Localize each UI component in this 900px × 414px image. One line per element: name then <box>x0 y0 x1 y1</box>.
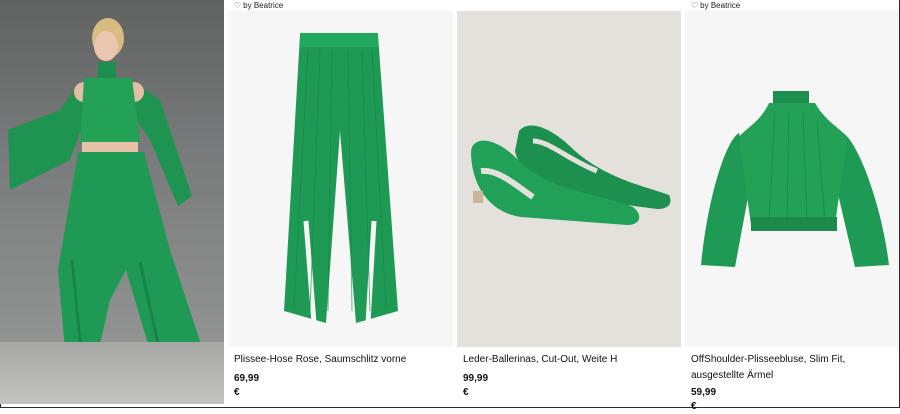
product-price: 99,99 € <box>463 373 489 398</box>
designer-tag-label: by Beatrice <box>243 1 284 10</box>
hero-floor <box>0 342 224 404</box>
designer-tag[interactable]: ♡ by Beatrice <box>234 0 283 11</box>
product-price: 59,99 € <box>691 387 717 412</box>
blouse-image <box>701 91 889 267</box>
ballerina-shoes-image <box>471 125 671 225</box>
product-image-blouse[interactable] <box>685 11 898 347</box>
heart-icon[interactable]: ♡ <box>691 0 698 11</box>
product-price: 69,99 € <box>234 373 260 398</box>
product-image-ballerinas[interactable] <box>457 11 681 347</box>
trousers-image <box>284 33 398 324</box>
hero-model-image[interactable] <box>0 0 224 404</box>
designer-tag-label: by Beatrice <box>700 1 741 10</box>
heart-icon[interactable]: ♡ <box>234 0 241 11</box>
product-name[interactable]: OffShoulder-Plisseebluse, Slim Fit, ausg… <box>691 352 900 384</box>
product-name[interactable]: Leder-Ballerinas, Cut-Out, Weite H <box>463 352 673 368</box>
designer-tag[interactable]: ♡ by Beatrice <box>691 0 740 11</box>
product-image-trousers[interactable] <box>228 11 453 347</box>
product-name[interactable]: Plissee-Hose Rose, Saumschlitz vorne <box>234 352 444 368</box>
